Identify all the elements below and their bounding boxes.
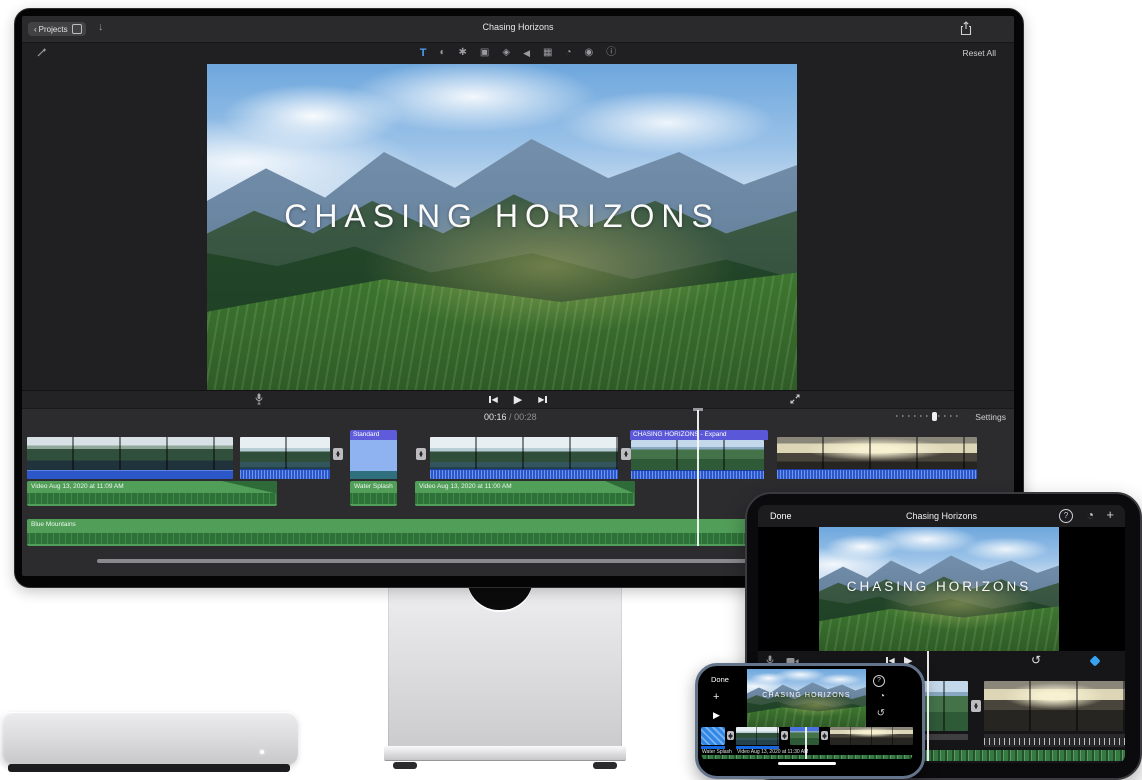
music-clip-label: Blue Mountains — [31, 521, 76, 528]
noise-reduction-icon[interactable]: ▦ — [543, 48, 552, 58]
desk-scene: ‹ Projects ↓ Chasing Horizons T ◐ ✱ ▣ ◈ — [0, 0, 1142, 778]
ipad-settings-icon[interactable]: ◔ — [1087, 509, 1094, 521]
iphone-timeline-clip-2[interactable] — [830, 727, 913, 745]
viewer-title-overlay: CHASING HORIZONS — [207, 198, 797, 390]
iphone-viewer-title-overlay: CHASING HORIZONS — [747, 692, 866, 727]
ipad-timeline-clip-2[interactable] — [984, 681, 1125, 731]
timeline-audio-clip-1[interactable]: Video Aug 13, 2020 at 11:09 AM — [27, 481, 277, 506]
project-title: Chasing Horizons — [22, 22, 1014, 32]
transition-icon[interactable] — [416, 448, 426, 460]
iphone-add-media-button[interactable]: + — [713, 691, 719, 703]
transition-icon[interactable] — [621, 448, 631, 460]
iphone-timeline-audio-clip[interactable] — [701, 727, 725, 745]
timeline-clip-video-2[interactable] — [240, 437, 330, 479]
stabilization-icon[interactable]: ◈ — [502, 48, 510, 58]
timeline-clip-title-chasing[interactable]: CHASING HORIZONS - Expand — [630, 430, 768, 479]
adjust-bar: T ◐ ✱ ▣ ◈ ◀ ▦ ◔ ◉ ⓘ — [22, 42, 1014, 64]
ipad-undo-button[interactable]: ↺ — [1031, 653, 1041, 667]
iphone-done-button[interactable]: Done — [711, 675, 729, 684]
iphone-play-button[interactable]: ▶ — [713, 710, 720, 721]
share-button[interactable] — [960, 21, 972, 36]
display-stand-base — [384, 746, 626, 761]
ipad-audio-waveform — [984, 734, 1125, 747]
iphone-settings-icon[interactable]: ◔ — [879, 692, 885, 702]
title-clip-header: CHASING HORIZONS - Expand — [630, 430, 768, 440]
timecode-total: 00:28 — [514, 412, 537, 422]
timeline-audio-clip-3[interactable]: Video Aug 13, 2020 at 11:00 AM — [415, 481, 635, 506]
iphone-undo-button[interactable]: ↺ — [877, 708, 885, 719]
mac-mini — [0, 712, 298, 766]
filters-icon[interactable]: ◉ — [585, 48, 594, 58]
ipad-playhead[interactable] — [927, 651, 929, 761]
timeline-clip-video-3[interactable] — [430, 437, 618, 479]
transition-icon[interactable] — [727, 731, 734, 740]
iphone-help-button[interactable]: ? — [873, 675, 885, 687]
speed-icon[interactable]: ◔ — [565, 48, 571, 58]
timecode-separator: / — [509, 412, 512, 422]
iphone-viewer-image: CHASING HORIZONS — [747, 669, 866, 727]
info-icon[interactable]: ⓘ — [606, 48, 616, 58]
timeline-audio-clip-2[interactable]: Water Splash — [350, 481, 397, 506]
imovie-iphone-screen: Done + ▶ CHASING HORIZONS ? ◔ ↺ — [701, 669, 913, 767]
zoom-slider-thumb[interactable] — [932, 412, 937, 421]
clip-audio-strip — [240, 469, 330, 479]
reset-all-button[interactable]: Reset All — [962, 48, 996, 58]
ipad-magic-sparkle-icon[interactable] — [1089, 655, 1100, 666]
playhead[interactable] — [697, 410, 699, 546]
iphone-music-track[interactable] — [701, 755, 913, 759]
audio-clip-label: Video Aug 13, 2020 at 11:09 AM — [31, 483, 124, 490]
transition-icon[interactable] — [781, 731, 788, 740]
transition-icon[interactable] — [333, 448, 343, 460]
fullscreen-button[interactable] — [790, 394, 800, 404]
home-indicator[interactable] — [778, 762, 836, 765]
audio-clip-label: Video Aug 13, 2020 at 11:00 AM — [419, 483, 512, 490]
ipad-viewer-image: CHASING HORIZONS — [819, 527, 1059, 651]
crop-icon[interactable]: ▣ — [480, 48, 489, 58]
clip-audio-strip — [777, 469, 977, 479]
color-balance-icon[interactable]: ◐ — [439, 48, 445, 58]
color-correction-icon[interactable]: ✱ — [459, 48, 467, 58]
mac-mini-base — [8, 764, 290, 772]
volume-icon[interactable]: ◀ — [523, 49, 530, 58]
timeline-clip-video-1[interactable] — [27, 437, 233, 479]
timeline-zoom-slider[interactable] — [896, 415, 958, 417]
title-clip-footer — [350, 471, 397, 479]
play-button[interactable]: ▶ — [514, 393, 522, 406]
titles-icon[interactable]: T — [420, 48, 427, 59]
stand-foot-right — [593, 762, 617, 769]
clip-audio-strip — [430, 469, 618, 479]
title-clip-header: Standard — [350, 430, 397, 440]
transition-icon[interactable] — [971, 700, 981, 712]
viewer-image: CHASING HORIZONS — [207, 64, 797, 390]
ipad-add-media-button[interactable]: + — [1106, 507, 1114, 522]
fullscreen-icon — [790, 394, 800, 404]
clip-audio-strip — [27, 470, 233, 479]
stand-foot-left — [393, 762, 417, 769]
timecode-current: 00:16 — [484, 412, 507, 422]
timeline-clip-title-standard[interactable]: Standard — [350, 430, 397, 479]
previous-frame-button[interactable]: ◀ — [489, 395, 498, 404]
mac-mini-power-led — [260, 750, 264, 754]
transition-icon[interactable] — [821, 731, 828, 740]
iphone-playhead[interactable] — [805, 727, 807, 759]
share-icon — [960, 21, 972, 36]
settings-button[interactable]: Settings — [975, 412, 1006, 422]
ipad-viewer-title-overlay: CHASING HORIZONS — [819, 579, 1059, 651]
timeline-clip-video-4[interactable] — [777, 437, 977, 479]
transport-controls: ◀ ▶ ▶ — [22, 392, 1014, 406]
timecode: 00:16 / 00:28 — [484, 412, 537, 422]
audio-clip-label: Water Splash — [354, 483, 393, 490]
iphone-timeline-clip-1[interactable] — [736, 727, 779, 745]
ipad-help-button[interactable]: ? — [1059, 509, 1073, 523]
title-clip-body — [350, 440, 397, 471]
next-frame-button[interactable]: ▶ — [538, 395, 547, 404]
